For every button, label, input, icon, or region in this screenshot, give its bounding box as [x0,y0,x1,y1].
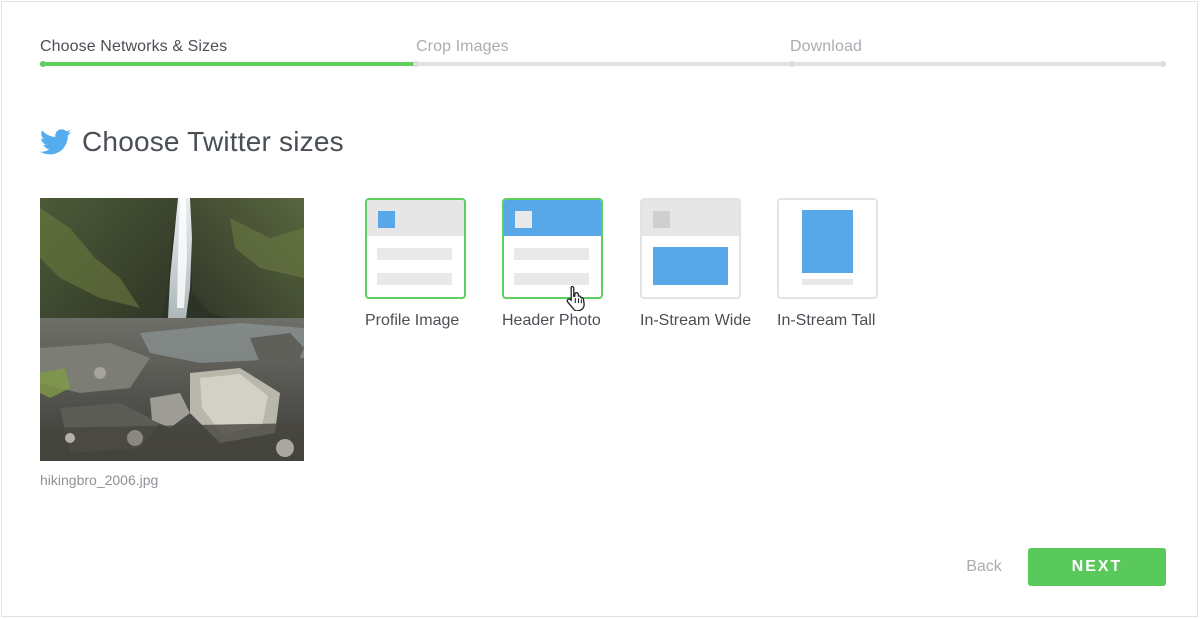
text-line [514,248,589,260]
text-line [377,273,452,285]
waterfall-photo-illustration [40,198,304,461]
progress-track [40,62,1166,66]
step-dot-end [1160,61,1166,67]
size-option-header-photo[interactable]: Header Photo [502,198,604,330]
step-download[interactable]: Download [790,38,862,56]
step-dot-2 [413,61,419,67]
text-line [514,273,589,285]
header-photo-label[interactable]: Header Photo [502,312,604,330]
text-line [802,279,853,285]
avatar-square [378,211,395,228]
size-option-in-stream-tall[interactable]: In-Stream Tall [777,198,879,330]
photo-filename: hikingbro_2006.jpg [40,472,159,488]
uploaded-photo [40,198,304,461]
next-button[interactable]: NEXT [1028,548,1166,586]
in-stream-tall-label[interactable]: In-Stream Tall [777,312,879,330]
wizard-steps: Choose Networks & Sizes Crop Images Down… [40,38,1166,68]
in-stream-tall-card[interactable] [777,198,878,299]
step-crop-images[interactable]: Crop Images [416,38,509,56]
back-button[interactable]: Back [950,548,1018,586]
tall-image-block [802,210,853,273]
in-stream-wide-label[interactable]: In-Stream Wide [640,312,751,330]
twitter-bird-icon [40,129,71,155]
text-line [377,248,452,260]
wide-image-block [653,247,728,285]
profile-image-label[interactable]: Profile Image [365,312,467,330]
avatar-square [653,211,670,228]
in-stream-wide-card[interactable] [640,198,741,299]
size-option-profile-image[interactable]: Profile Image [365,198,467,330]
size-option-in-stream-wide[interactable]: In-Stream Wide [640,198,751,330]
step-dot-1 [40,61,46,67]
profile-image-card[interactable] [365,198,466,299]
avatar-square [515,211,532,228]
step-dot-3 [789,61,795,67]
hand-pointer-cursor-icon [566,285,585,311]
step-choose-networks[interactable]: Choose Networks & Sizes [40,38,227,56]
header-photo-card[interactable] [502,198,603,299]
page-title: Choose Twitter sizes [82,126,344,157]
progress-fill [40,62,416,66]
section-heading: Choose Twitter sizes [40,122,344,162]
app-frame: Choose Networks & Sizes Crop Images Down… [1,1,1198,617]
